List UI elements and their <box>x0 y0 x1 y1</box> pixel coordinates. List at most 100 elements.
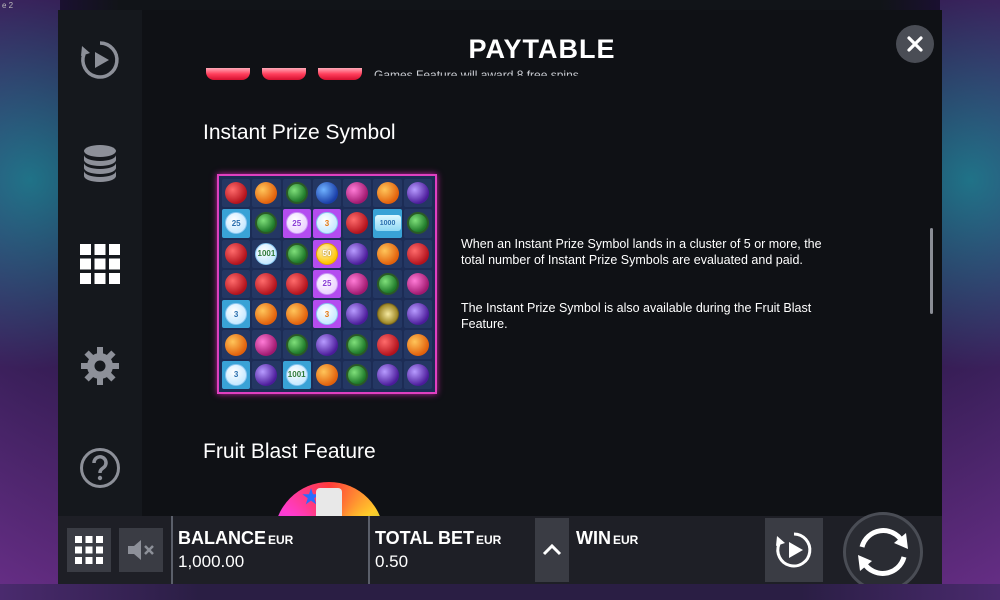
grape-icon <box>406 182 429 205</box>
paytable-grid-icon <box>80 244 120 284</box>
blueberry-icon <box>315 182 338 205</box>
grid-cell <box>343 179 372 208</box>
grid-cell <box>282 269 311 299</box>
divider <box>368 516 370 584</box>
win-currency: EUR <box>613 533 639 547</box>
grid-cell <box>222 179 251 208</box>
bet-settings-button[interactable] <box>78 140 122 184</box>
grape-icon <box>315 333 338 356</box>
settings-gear-icon <box>81 347 119 385</box>
close-icon <box>907 36 923 52</box>
grid-cell <box>312 330 342 359</box>
help-icon <box>80 448 120 488</box>
instant-prize-coin: 50 <box>315 242 338 265</box>
close-button[interactable] <box>896 25 934 63</box>
spin-button[interactable] <box>843 512 923 592</box>
autoplay-icon <box>81 41 119 79</box>
cherry-icon <box>225 242 248 265</box>
grid-cell <box>343 330 372 359</box>
balance-label: BALANCE EUR <box>178 528 293 549</box>
grape-icon <box>255 363 278 386</box>
instant-prize-description-2: The Instant Prize Symbol is also availab… <box>461 301 812 331</box>
background-right <box>940 0 1000 600</box>
grid-cell <box>403 179 432 208</box>
instant-prize-coin: 3 <box>315 212 338 235</box>
balance-value: 1,000.00 <box>178 552 245 571</box>
melon-icon <box>285 333 308 356</box>
paytable-panel: PAYTABLE Games Feature will award 8 free… <box>142 10 942 516</box>
instant-prize-heading: Instant Prize Symbol <box>203 121 396 144</box>
orange-icon <box>376 242 399 265</box>
paytable-button[interactable] <box>78 242 122 286</box>
grid-cell <box>403 269 432 299</box>
help-button[interactable] <box>78 446 122 490</box>
grid-cell <box>222 330 251 359</box>
grid-cell: 1000 <box>373 209 402 238</box>
orange-icon <box>225 333 248 356</box>
panel-title: PAYTABLE <box>468 34 616 64</box>
grid-cell: 25 <box>222 209 251 238</box>
grid-cell <box>403 360 432 389</box>
grape-icon <box>376 363 399 386</box>
orange-icon <box>255 303 278 326</box>
corner-text: e 2 <box>2 1 14 10</box>
autoplay-icon <box>776 532 812 568</box>
autoplay-menu-button[interactable] <box>78 38 122 82</box>
plum-icon <box>406 272 429 295</box>
grid-cell <box>282 330 311 359</box>
sound-toggle-button[interactable] <box>119 528 163 572</box>
coins-icon <box>84 145 116 182</box>
menu-grid-icon <box>75 536 103 564</box>
melon-icon <box>406 212 429 235</box>
bet-up-button[interactable] <box>535 518 569 582</box>
grid-cell <box>282 239 311 268</box>
orange-icon <box>285 303 308 326</box>
plum-icon <box>346 272 369 295</box>
grid-cell: 3 <box>222 360 251 389</box>
grid-cell: 3 <box>222 300 251 329</box>
grid-cell <box>222 269 251 299</box>
scrollbar-thumb[interactable] <box>930 228 933 314</box>
grid-cell <box>312 360 342 389</box>
instant-prize-description-1: When an Instant Prize Symbol lands in a … <box>461 237 822 267</box>
scrolled-description: Games Feature will award 8 free spins. <box>374 68 583 82</box>
autoplay-button[interactable] <box>765 518 823 582</box>
grid-cell <box>403 239 432 268</box>
settings-button[interactable] <box>78 344 122 388</box>
orange-icon <box>255 182 278 205</box>
fruit-blast-heading: Fruit Blast Feature <box>203 440 376 463</box>
instant-prize-coin: 3 <box>225 303 248 326</box>
instant-prize-coin: 25 <box>315 272 338 295</box>
melon-icon <box>346 333 369 356</box>
grid-cell <box>252 300 281 329</box>
grape-icon <box>406 363 429 386</box>
melon-icon <box>285 182 308 205</box>
instant-prize-coin: 3 <box>225 363 248 386</box>
plum-icon <box>346 182 369 205</box>
grid-cell <box>343 269 372 299</box>
menu-button[interactable] <box>67 528 111 572</box>
total-bet-label-text: TOTAL BET <box>375 528 474 548</box>
grid-cell: 1001 <box>282 360 311 389</box>
cherry-icon <box>255 272 278 295</box>
grid-cell <box>373 179 402 208</box>
win-label: WIN EUR <box>576 528 638 549</box>
grid-cell <box>373 330 402 359</box>
melon-icon <box>346 363 369 386</box>
total-bet-label: TOTAL BET EUR <box>375 528 501 549</box>
cherry-icon <box>285 272 308 295</box>
background-left <box>0 0 60 600</box>
melon-icon <box>285 242 308 265</box>
grid-cell <box>373 269 402 299</box>
instant-prize-bar: 1000 <box>374 215 401 232</box>
chevron-up-icon <box>542 543 562 556</box>
melon-icon <box>255 212 278 235</box>
spin-arrows-icon <box>858 528 908 576</box>
orange-icon <box>376 182 399 205</box>
grid-cell <box>282 300 311 329</box>
grid-cell <box>403 209 432 238</box>
plum-icon <box>255 333 278 356</box>
cherry-icon <box>406 242 429 265</box>
orange-icon <box>315 363 338 386</box>
speaker-muted-icon <box>128 540 154 560</box>
